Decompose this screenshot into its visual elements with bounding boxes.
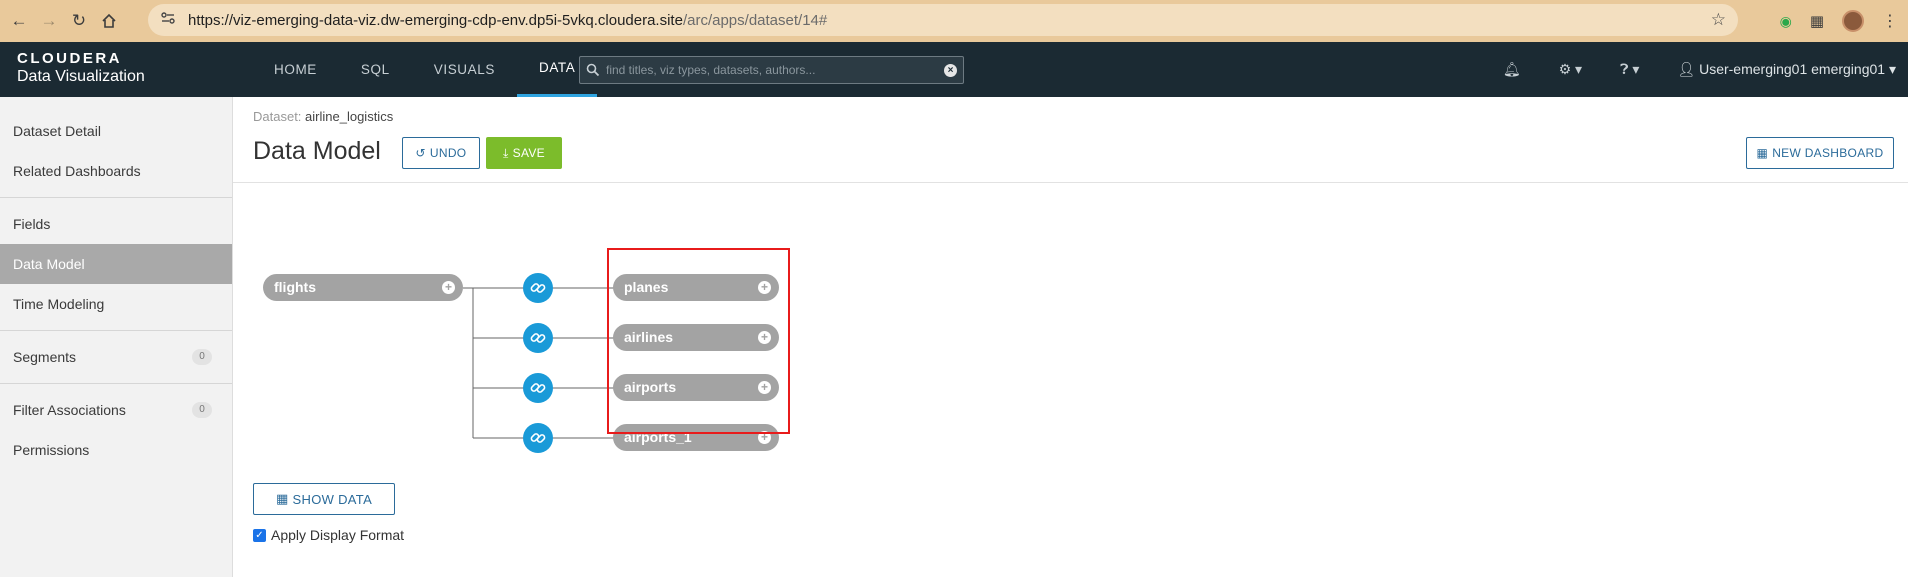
sidebar-item-label: Permissions bbox=[13, 442, 90, 458]
cloudera-logo[interactable]: CLOUDERA Data Visualization bbox=[17, 50, 145, 86]
dataset-sidebar: Dataset Detail Related Dashboards Fields… bbox=[0, 97, 233, 577]
app-header: CLOUDERA Data Visualization HOME SQL VIS… bbox=[0, 42, 1908, 97]
settings-gear-icon[interactable]: ⚙ ▾ bbox=[1559, 61, 1582, 78]
brand-name: CLOUDERA bbox=[17, 50, 122, 67]
address-bar[interactable]: https://viz-emerging-data-viz.dw-emergin… bbox=[148, 4, 1738, 36]
sidebar-item-label: Related Dashboards bbox=[13, 163, 141, 179]
help-icon[interactable]: ❓︎ ▾ bbox=[1620, 61, 1639, 78]
site-info-icon[interactable] bbox=[160, 11, 176, 30]
search-icon bbox=[586, 63, 600, 77]
apply-display-format-checkbox[interactable]: ✓ Apply Display Format bbox=[253, 527, 404, 543]
highlight-annotation-box bbox=[607, 248, 790, 434]
forward-icon[interactable]: → bbox=[34, 6, 64, 36]
main-content: Dataset: airline_logistics Data Model ↺ … bbox=[233, 97, 1908, 577]
add-join-icon[interactable]: + bbox=[442, 281, 455, 294]
show-data-label: SHOW DATA bbox=[292, 491, 373, 507]
new-dashboard-button[interactable]: ▦ NEW DASHBOARD bbox=[1746, 137, 1894, 169]
sidebar-item-label: Filter Associations bbox=[13, 402, 126, 418]
count-badge: 0 bbox=[192, 349, 212, 365]
menu-kebab-icon[interactable]: ⋮ bbox=[1882, 11, 1898, 31]
sidebar-divider bbox=[0, 330, 232, 331]
sidebar-item-dataset-detail[interactable]: Dataset Detail bbox=[0, 111, 232, 151]
dashboard-icon: ▦ bbox=[1756, 146, 1769, 160]
sidebar-divider bbox=[0, 197, 232, 198]
new-dashboard-label: NEW DASHBOARD bbox=[1772, 146, 1884, 160]
url-text: https://viz-emerging-data-viz.dw-emergin… bbox=[188, 12, 827, 29]
table-name: flights bbox=[274, 279, 316, 295]
join-link-icon[interactable] bbox=[523, 273, 553, 303]
back-icon[interactable]: ← bbox=[4, 6, 34, 36]
eye-extension-icon[interactable]: ◉ bbox=[1780, 13, 1792, 30]
sidebar-divider bbox=[0, 383, 232, 384]
sidebar-item-fields[interactable]: Fields bbox=[0, 204, 232, 244]
bookmark-star-icon[interactable]: ☆ bbox=[1711, 10, 1726, 30]
checkbox-checked-icon[interactable]: ✓ bbox=[253, 528, 266, 542]
sidebar-item-time-modeling[interactable]: Time Modeling bbox=[0, 284, 232, 324]
chevron-down-icon: ▾ bbox=[1888, 61, 1896, 77]
sidebar-item-label: Time Modeling bbox=[13, 296, 105, 312]
search-placeholder: find titles, viz types, datasets, author… bbox=[606, 63, 816, 77]
puzzle-extension-icon[interactable]: ▦ bbox=[1810, 12, 1824, 30]
nav-home[interactable]: HOME bbox=[252, 42, 339, 97]
global-search-input[interactable]: find titles, viz types, datasets, author… bbox=[579, 56, 964, 84]
browser-toolbar: ← → ↻ https://viz-emerging-data-viz.dw-e… bbox=[0, 0, 1908, 42]
product-name: Data Visualization bbox=[17, 68, 145, 85]
join-link-icon[interactable] bbox=[523, 323, 553, 353]
sidebar-item-data-model[interactable]: Data Model bbox=[0, 244, 232, 284]
user-name: User-emerging01 emerging01 bbox=[1699, 61, 1886, 77]
sidebar-item-permissions[interactable]: Permissions bbox=[0, 430, 232, 470]
sidebar-item-segments[interactable]: Segments 0 bbox=[0, 337, 232, 377]
nav-visuals[interactable]: VISUALS bbox=[412, 42, 517, 97]
sidebar-item-label: Data Model bbox=[13, 256, 85, 272]
notifications-bell-icon[interactable]: 🔔︎ bbox=[1503, 61, 1521, 78]
url-host: https://viz-emerging-data-viz.dw-emergin… bbox=[188, 11, 683, 29]
url-path: /arc/apps/dataset/14# bbox=[682, 11, 828, 29]
apply-display-format-label: Apply Display Format bbox=[271, 527, 405, 543]
join-link-icon[interactable] bbox=[523, 373, 553, 403]
avatar[interactable] bbox=[1842, 10, 1864, 32]
user-menu[interactable]: 👤︎ User-emerging01 emerging01 ▾ bbox=[1677, 61, 1896, 78]
sidebar-item-filter-associations[interactable]: Filter Associations 0 bbox=[0, 390, 232, 430]
base-table-flights[interactable]: flights + bbox=[263, 274, 463, 301]
count-badge: 0 bbox=[192, 402, 212, 418]
show-data-button[interactable]: ▦ SHOW DATA bbox=[253, 483, 395, 515]
home-icon[interactable] bbox=[94, 6, 124, 36]
table-grid-icon: ▦ bbox=[275, 491, 289, 506]
sidebar-item-label: Fields bbox=[13, 216, 51, 232]
user-icon: 👤︎ bbox=[1677, 61, 1696, 77]
sidebar-item-related-dashboards[interactable]: Related Dashboards bbox=[0, 151, 232, 191]
reload-icon[interactable]: ↻ bbox=[64, 6, 94, 36]
clear-search-icon[interactable]: × bbox=[944, 63, 957, 77]
header-actions: 🔔︎ ⚙ ▾ ❓︎ ▾ 👤︎ User-emerging01 emerging0… bbox=[1503, 42, 1908, 97]
sidebar-item-label: Dataset Detail bbox=[13, 123, 101, 139]
join-link-icon[interactable] bbox=[523, 423, 553, 453]
main-nav: HOME SQL VISUALS DATA bbox=[252, 42, 598, 97]
sidebar-item-label: Segments bbox=[13, 349, 77, 365]
extensions-area: ◉ ▦ ⋮ bbox=[1780, 6, 1898, 36]
nav-sql[interactable]: SQL bbox=[339, 42, 412, 97]
